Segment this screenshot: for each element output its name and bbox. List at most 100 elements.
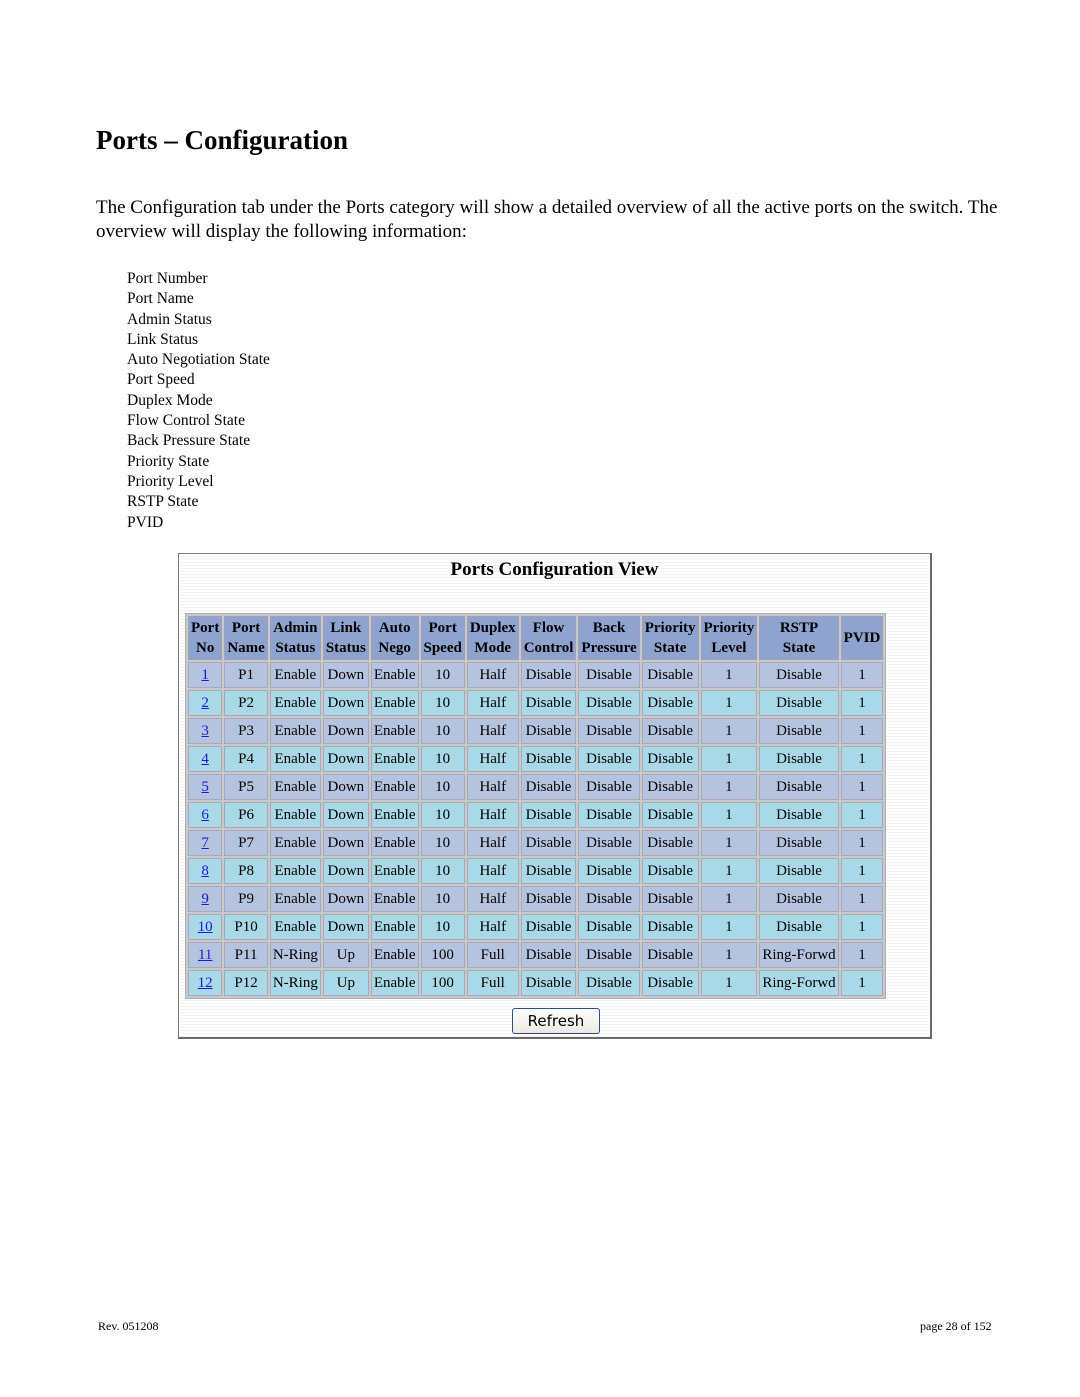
cell-flow-control: Disable <box>520 746 577 772</box>
cell-port-speed: 10 <box>420 774 465 800</box>
column-header-line: State <box>653 640 687 656</box>
cell-pvid: 1 <box>840 774 884 800</box>
table-row: 8 P8 Enable Down Enable 10 Half Disable Disable D… <box>188 858 884 884</box>
cell-port-speed: 10 <box>420 718 465 744</box>
column-header-line: Priority <box>644 620 696 636</box>
cell-rstp-state: Disable <box>759 774 839 800</box>
port-link[interactable]: 3 <box>201 723 209 739</box>
cell-auto-nego: Enable <box>370 662 419 688</box>
field-list-item: Flow Control State <box>127 412 245 430</box>
cell-flow-control: Disable <box>520 774 577 800</box>
field-list-item: Admin Status <box>127 310 212 328</box>
cell-priority-level: 1 <box>700 886 758 912</box>
port-link[interactable]: 12 <box>198 975 213 991</box>
cell-flow-control: Disable <box>520 690 577 716</box>
cell-auto-nego: Enable <box>370 942 419 968</box>
cell-admin-status: Enable <box>269 690 321 716</box>
table-row: 4 P4 Enable Down Enable 10 Half Disable Disable D… <box>188 746 884 772</box>
table-row: 7 P7 Enable Down Enable 10 Half Disable Disable D… <box>188 830 884 856</box>
cell-port-speed: 10 <box>420 858 465 884</box>
column-header-rstp-state: RSTP State <box>759 616 839 660</box>
cell-admin-status: N-Ring <box>269 942 321 968</box>
cell-duplex-mode: Half <box>466 830 519 856</box>
cell-port-name: P11 <box>224 942 268 968</box>
cell-duplex-mode: Half <box>466 802 519 828</box>
field-list-item: Duplex Mode <box>127 391 213 409</box>
column-header-line: Nego <box>378 640 411 656</box>
table-row: 5 P5 Enable Down Enable 10 Half Disable Disable D… <box>188 774 884 800</box>
cell-rstp-state: Disable <box>759 690 839 716</box>
cell-port-name: P8 <box>224 858 268 884</box>
cell-rstp-state: Disable <box>759 718 839 744</box>
cell-port-no: 9 <box>188 886 223 912</box>
port-link[interactable]: 7 <box>201 835 209 851</box>
table-row: 1 P1 Enable Down Enable 10 Half Disable Disable D… <box>188 662 884 688</box>
field-list-item: Port Name <box>127 290 194 308</box>
column-header-line: Mode <box>474 640 512 656</box>
cell-priority-state: Disable <box>641 802 699 828</box>
cell-admin-status: Enable <box>269 802 321 828</box>
cell-rstp-state: Disable <box>759 914 839 940</box>
cell-port-no: 4 <box>188 746 223 772</box>
column-header-line: Duplex <box>469 620 516 636</box>
cell-back-pressure: Disable <box>578 718 640 744</box>
cell-port-no: 2 <box>188 690 223 716</box>
field-list-item: Port Number <box>127 270 208 287</box>
port-link[interactable]: 9 <box>201 891 209 907</box>
port-link[interactable]: 1 <box>201 667 209 683</box>
cell-back-pressure: Disable <box>578 914 640 940</box>
port-link[interactable]: 8 <box>201 863 209 879</box>
cell-port-no: 3 <box>188 718 223 744</box>
cell-priority-state: Disable <box>641 914 699 940</box>
footer-page-number: page 28 of 152 <box>920 1319 992 1333</box>
cell-link-status: Down <box>322 830 369 856</box>
cell-link-status: Down <box>322 718 369 744</box>
cell-flow-control: Disable <box>520 942 577 968</box>
cell-priority-state: Disable <box>641 830 699 856</box>
footer-revision: Rev. 051208 <box>98 1319 159 1333</box>
cell-duplex-mode: Half <box>466 718 519 744</box>
cell-port-name: P1 <box>224 662 268 688</box>
table-row: 2 P2 Enable Down Enable 10 Half Disable Disable D… <box>188 690 884 716</box>
cell-port-no: 1 <box>188 662 223 688</box>
column-header-line: Level <box>711 640 747 656</box>
cell-link-status: Down <box>322 858 369 884</box>
cell-priority-level: 1 <box>700 830 758 856</box>
column-header-line: Auto <box>378 620 411 636</box>
cell-admin-status: Enable <box>269 662 321 688</box>
port-link[interactable]: 4 <box>201 751 209 767</box>
column-header-line: Control <box>523 640 574 656</box>
cell-back-pressure: Disable <box>578 858 640 884</box>
port-link[interactable]: 5 <box>201 779 209 795</box>
cell-flow-control: Disable <box>520 858 577 884</box>
cell-port-speed: 10 <box>420 662 465 688</box>
cell-rstp-state: Disable <box>759 662 839 688</box>
column-header-priority-state: Priority State <box>641 616 699 660</box>
cell-flow-control: Disable <box>520 914 577 940</box>
cell-rstp-state: Disable <box>759 830 839 856</box>
cell-auto-nego: Enable <box>370 690 419 716</box>
cell-pvid: 1 <box>840 858 884 884</box>
cell-port-name: P5 <box>224 774 268 800</box>
cell-auto-nego: Enable <box>370 746 419 772</box>
port-link[interactable]: 2 <box>201 695 209 711</box>
column-header-link-status: Link Status <box>322 616 369 660</box>
cell-admin-status: Enable <box>269 718 321 744</box>
cell-priority-state: Disable <box>641 942 699 968</box>
cell-duplex-mode: Half <box>466 914 519 940</box>
cell-duplex-mode: Half <box>466 858 519 884</box>
port-link[interactable]: 11 <box>198 947 212 963</box>
port-link[interactable]: 10 <box>198 919 213 935</box>
column-header-line: Port <box>428 620 457 636</box>
cell-pvid: 1 <box>840 886 884 912</box>
column-header-pvid: PVID <box>840 616 884 660</box>
cell-back-pressure: Disable <box>578 886 640 912</box>
column-header-auto-nego: Auto Nego <box>370 616 419 660</box>
column-header-line: Link <box>330 620 362 636</box>
cell-port-no: 7 <box>188 830 223 856</box>
cell-back-pressure: Disable <box>578 690 640 716</box>
port-link[interactable]: 6 <box>201 807 209 823</box>
cell-flow-control: Disable <box>520 970 577 996</box>
refresh-button[interactable]: Refresh <box>512 1008 600 1034</box>
cell-port-speed: 100 <box>420 942 465 968</box>
